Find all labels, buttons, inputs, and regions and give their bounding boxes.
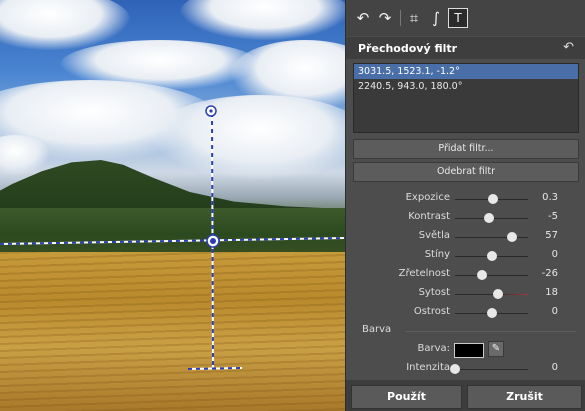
rotate-left-icon[interactable]: ↶	[353, 8, 373, 28]
slider-knob[interactable]	[486, 251, 497, 261]
straighten-icon[interactable]: ∫	[426, 8, 446, 28]
slider-row-kontrast: Kontrast -5	[346, 209, 585, 227]
intensity-row: Intenzita 0	[346, 360, 585, 378]
eyedropper-icon[interactable]: ✎	[488, 341, 504, 357]
rotate-right-icon[interactable]: ↷	[375, 8, 395, 28]
slider-value: -26	[541, 268, 558, 279]
slider-label: Stíny	[424, 249, 450, 260]
toolbar-divider	[400, 10, 401, 26]
slider-label: Sytost	[418, 287, 450, 298]
photo-canvas[interactable]	[0, 0, 345, 411]
intensity-label: Intenzita	[406, 362, 450, 373]
intensity-track[interactable]	[455, 369, 528, 370]
adjustment-panel: ↶ ↷ ⌗ ∫ T Přechodový filtr ↶ 3031.5, 152…	[345, 0, 585, 411]
slider-knob[interactable]	[477, 270, 487, 280]
tool-bar: ↶ ↷ ⌗ ∫ T	[346, 0, 585, 36]
group-divider	[406, 331, 576, 332]
slider-row-světla: Světla 57	[346, 228, 585, 246]
section-title: Přechodový filtr	[358, 42, 458, 55]
slider-track[interactable]	[455, 237, 528, 238]
gradient-filter-guides[interactable]	[0, 0, 345, 411]
slider-knob[interactable]	[486, 308, 497, 318]
slider-track[interactable]	[455, 275, 528, 276]
undo-icon[interactable]: ↶	[563, 40, 574, 55]
rotation-handle-dot	[209, 109, 213, 113]
cancel-button[interactable]: Zrušit	[467, 385, 582, 409]
add-filter-button[interactable]: Přidat filtr...	[353, 139, 579, 159]
slider-value: 0	[551, 306, 558, 317]
filter-list-item[interactable]: 3031.5, 1523.1, -1.2°	[354, 64, 578, 79]
slider-knob[interactable]	[493, 289, 504, 299]
slider-row-ostrost: Ostrost 0	[346, 304, 585, 322]
section-header: Přechodový filtr ↶	[346, 37, 585, 59]
slider-label: Expozice	[405, 192, 450, 203]
crop-icon[interactable]: ⌗	[404, 8, 424, 28]
slider-row-stíny: Stíny 0	[346, 247, 585, 265]
slider-label: Zřetelnost	[398, 268, 450, 279]
slider-label: Světla	[418, 230, 450, 241]
slider-value: 18	[545, 287, 558, 298]
slider-knob[interactable]	[506, 232, 517, 242]
slider-track[interactable]	[455, 294, 528, 295]
color-group-title: Barva	[362, 324, 392, 335]
apply-button[interactable]: Použít	[351, 385, 462, 409]
filter-list[interactable]: 3031.5, 1523.1, -1.2° 2240.5, 943.0, 180…	[353, 63, 579, 133]
slider-row-zřetelnost: Zřetelnost -26	[346, 266, 585, 284]
remove-filter-button[interactable]: Odebrat filtr	[353, 162, 579, 182]
slider-value: -5	[548, 211, 558, 222]
intensity-knob[interactable]	[450, 364, 460, 374]
slider-value: 0.3	[542, 192, 558, 203]
slider-row-expozice: Expozice 0.3	[346, 190, 585, 208]
intensity-value: 0	[551, 362, 558, 373]
slider-row-sytost: Sytost 18	[346, 285, 585, 303]
slider-knob[interactable]	[487, 194, 498, 204]
footer: Použít Zrušit	[346, 380, 585, 411]
color-label: Barva:	[417, 343, 450, 354]
slider-label: Kontrast	[408, 211, 450, 222]
slider-knob[interactable]	[483, 213, 494, 223]
filter-list-item[interactable]: 2240.5, 943.0, 180.0°	[354, 79, 578, 94]
slider-value: 57	[545, 230, 558, 241]
slider-label: Ostrost	[413, 306, 450, 317]
center-handle-dot	[210, 238, 216, 244]
color-swatch[interactable]	[454, 343, 484, 358]
slider-value: 0	[551, 249, 558, 260]
gradient-filter-icon[interactable]: T	[448, 8, 468, 28]
